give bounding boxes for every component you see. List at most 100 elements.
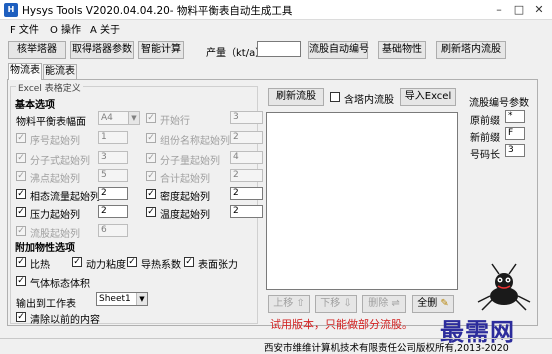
serial-col-input[interactable]: 1: [98, 131, 128, 144]
clear-previous-checkbox[interactable]: ✓: [16, 312, 26, 322]
basic-props-button[interactable]: 基础物性: [378, 41, 426, 59]
smart-calc-button[interactable]: 智能计算: [138, 41, 184, 59]
stream-no-col-input[interactable]: 6: [98, 224, 128, 237]
close-button[interactable]: ✕: [530, 1, 548, 18]
pressure-col-input[interactable]: 2: [98, 205, 128, 218]
gas-std-volume-label: 气体标态体积: [30, 279, 90, 290]
temperature-col-input[interactable]: 2: [230, 205, 263, 218]
output-sheet-select[interactable]: Sheet1 ▼: [96, 292, 148, 306]
serial-col-label: 序号起始列: [30, 136, 80, 147]
total-col-input[interactable]: 2: [230, 169, 263, 182]
temperature-col-label: 温度起始列: [160, 210, 210, 221]
sheet-format-select[interactable]: A4 ▼: [98, 111, 140, 125]
start-row-checkbox[interactable]: ✓: [146, 113, 156, 123]
molecular-weight-col-input[interactable]: 4: [230, 151, 263, 164]
menu-bar: F 文件 O 操作 A 关于: [0, 20, 552, 36]
tab-energy-flow[interactable]: 能流表: [43, 64, 77, 80]
refresh-streams-button[interactable]: 刷新流股: [268, 88, 324, 106]
start-row-label: 开始行: [160, 116, 190, 127]
clear-previous-label: 清除以前的内容: [30, 315, 100, 326]
surface-tension-checkbox[interactable]: ✓: [184, 257, 194, 267]
orig-prefix-input[interactable]: *: [505, 110, 525, 123]
number-length-input[interactable]: 3: [505, 144, 525, 157]
density-col-label: 密度起始列: [160, 192, 210, 203]
stream-no-col-label: 流股起始列: [30, 229, 80, 240]
arrow-up-icon: ⇧: [296, 298, 305, 309]
delete-all-label: 全删: [417, 298, 438, 309]
start-row-input[interactable]: 3: [230, 111, 263, 124]
delete-icon: ⇌: [391, 298, 400, 309]
stream-no-col-checkbox[interactable]: ✓: [16, 226, 26, 236]
new-prefix-label: 新前缀: [470, 133, 500, 144]
phase-flow-col-input[interactable]: 2: [98, 187, 128, 200]
delete-all-button[interactable]: 全删 ✎: [412, 295, 454, 313]
component-name-col-checkbox[interactable]: ✓: [146, 133, 156, 143]
brush-icon: ✎: [440, 298, 449, 309]
new-prefix-input[interactable]: F: [505, 127, 525, 140]
tab-material-flow[interactable]: 物流表: [8, 63, 42, 80]
chevron-down-icon: ▼: [136, 293, 147, 305]
window-title: Hysys Tools V2020.04.04.20- 物料平衡表自动生成工具: [22, 5, 293, 17]
serial-col-checkbox[interactable]: ✓: [16, 133, 26, 143]
title-bar: H Hysys Tools V2020.04.04.20- 物料平衡表自动生成工…: [0, 0, 552, 20]
excel-group-title: Excel 表格定义: [16, 81, 83, 94]
include-in-tower-label: 含塔内流股: [344, 95, 394, 106]
menu-file[interactable]: F 文件: [10, 21, 39, 36]
molecular-weight-col-label: 分子量起始列: [160, 156, 220, 167]
molecular-weight-col-checkbox[interactable]: ✓: [146, 153, 156, 163]
molecular-formula-col-input[interactable]: 3: [98, 151, 128, 164]
total-col-label: 合计起始列: [160, 174, 210, 185]
output-input[interactable]: [257, 41, 301, 57]
app-icon: H: [4, 3, 18, 17]
minimize-button[interactable]: –: [490, 1, 508, 18]
move-up-button[interactable]: 上移 ⇧: [268, 295, 310, 313]
output-sheet-label: 输出到工作表: [16, 299, 76, 310]
thermal-cond-checkbox[interactable]: ✓: [127, 257, 137, 267]
refresh-in-tower-button[interactable]: 刷新塔内流股: [436, 41, 506, 59]
basic-options-title: 基本选项: [15, 100, 55, 111]
maximize-button[interactable]: □: [510, 1, 528, 18]
total-col-checkbox[interactable]: ✓: [146, 171, 156, 181]
trial-notice: 试用版本，只能做部分流股。: [270, 318, 413, 331]
pressure-col-checkbox[interactable]: ✓: [16, 207, 26, 217]
viscosity-checkbox[interactable]: ✓: [72, 257, 82, 267]
gas-std-volume-checkbox[interactable]: ✓: [16, 276, 26, 286]
copyright-text: 西安市维维计算机技术有限责任公司版权所有,2013-2020: [264, 343, 509, 354]
arrow-down-icon: ⇩: [343, 298, 352, 309]
molecular-formula-col-checkbox[interactable]: ✓: [16, 153, 26, 163]
import-excel-button[interactable]: 导入Excel: [400, 88, 456, 106]
boiling-point-col-input[interactable]: 5: [98, 169, 128, 182]
move-down-button[interactable]: 下移 ⇩: [315, 295, 357, 313]
specific-heat-label: 比热: [30, 260, 50, 271]
auto-number-button[interactable]: 流股自动编号: [308, 41, 369, 59]
sheet-format-label: 物料平衡表幅面: [16, 117, 86, 128]
stream-params-title: 流股编号参数: [469, 98, 529, 109]
hysys-button[interactable]: 核举塔器: [8, 41, 66, 59]
pressure-col-label: 压力起始列: [30, 210, 80, 221]
component-name-col-input[interactable]: 2: [230, 131, 263, 144]
menu-operations[interactable]: O 操作: [50, 21, 81, 36]
phase-flow-col-checkbox[interactable]: ✓: [16, 189, 26, 199]
delete-label: 删除: [368, 298, 389, 309]
status-bar: 西安市维维计算机技术有限责任公司版权所有,2013-2020: [0, 338, 552, 354]
molecular-formula-col-label: 分子式起始列: [30, 156, 90, 167]
move-down-label: 下移: [320, 298, 341, 309]
menu-about[interactable]: A 关于: [90, 21, 120, 36]
streams-list[interactable]: [266, 112, 458, 290]
get-params-button[interactable]: 取得塔器参数: [70, 41, 134, 59]
include-in-tower-checkbox[interactable]: [330, 92, 340, 102]
temperature-col-checkbox[interactable]: ✓: [146, 207, 156, 217]
boiling-point-col-checkbox[interactable]: ✓: [16, 171, 26, 181]
ant-logo-icon: [468, 262, 540, 314]
specific-heat-checkbox[interactable]: ✓: [16, 257, 26, 267]
boiling-point-col-label: 沸点起始列: [30, 174, 80, 185]
chevron-down-icon: ▼: [128, 112, 139, 124]
density-col-checkbox[interactable]: ✓: [146, 189, 156, 199]
density-col-input[interactable]: 2: [230, 187, 263, 200]
move-up-label: 上移: [273, 298, 294, 309]
extra-options-title: 附加物性选项: [15, 243, 75, 254]
number-length-label: 号码长: [470, 150, 500, 161]
delete-button[interactable]: 删除 ⇌: [362, 295, 406, 313]
output-sheet-value: Sheet1: [99, 294, 131, 304]
viscosity-label: 动力粘度: [86, 260, 126, 271]
